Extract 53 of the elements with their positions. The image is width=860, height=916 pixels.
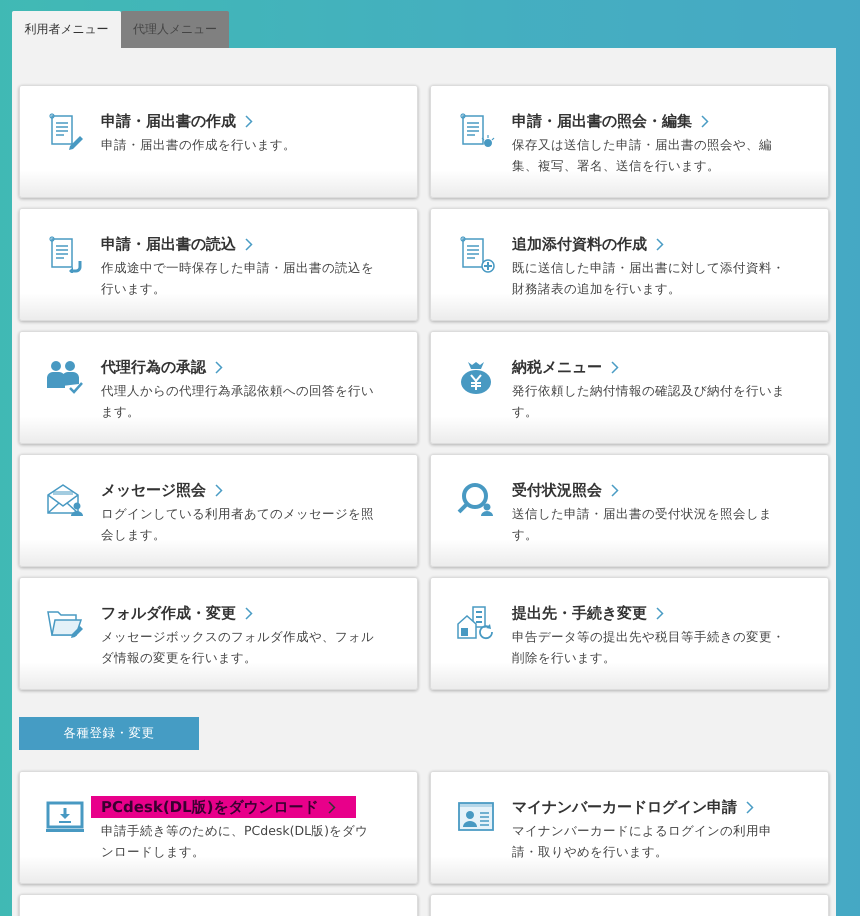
chevron-icon bbox=[245, 606, 253, 620]
chevron-icon bbox=[656, 238, 664, 250]
chevron-icon bbox=[245, 114, 253, 128]
chevron-icon bbox=[328, 800, 336, 814]
chevron-icon bbox=[215, 484, 223, 496]
card-title[interactable]: 追加添付資料の作成 bbox=[512, 233, 647, 255]
chevron-icon bbox=[245, 238, 253, 250]
card-title[interactable]: 代理行為の承認 bbox=[101, 356, 206, 378]
menu-card[interactable]: 追加添付資料の作成 既に送信した申請・届出書に対して添付資料・財務諸表の追加を行います。 bbox=[430, 208, 829, 321]
menu-card[interactable]: フォルダ作成・変更 メッセージボックスのフォルダ作成や、フォルダ情報の変更を行います。 bbox=[19, 577, 418, 690]
card-title[interactable]: メッセージ照会 bbox=[101, 479, 206, 501]
section-header: 各種登録・変更 bbox=[19, 717, 199, 750]
menu-card[interactable]: 納税メニュー 発行依頼した納付情報の確認及び納付を行います。 bbox=[430, 331, 829, 444]
chevron-icon bbox=[656, 606, 664, 620]
menu-card[interactable]: 提出先・手続き変更 申告データ等の提出先や税目等手続きの変更・削除を行います。 bbox=[430, 577, 829, 690]
card-description: メッセージボックスのフォルダ作成や、フォルダ情報の変更を行います。 bbox=[101, 628, 375, 667]
card-description: 代理人からの代理行為承認依頼への回答を行います。 bbox=[101, 382, 375, 421]
card-description: ログインしている利用者あてのメッセージを照会します。 bbox=[101, 505, 375, 544]
menu-card[interactable]: 申請・届出書の作成 申請・届出書の作成を行います。 bbox=[19, 85, 418, 198]
card-description: 発行依頼した納付情報の確認及び納付を行います。 bbox=[512, 382, 786, 421]
chevron-icon bbox=[611, 360, 619, 374]
building-refresh-icon bbox=[457, 604, 495, 642]
card-title[interactable]: 納税メニュー bbox=[512, 356, 602, 378]
card-title[interactable]: 申請・届出書の照会・編集 bbox=[512, 110, 692, 132]
chevron-icon bbox=[746, 800, 754, 814]
chevron-icon bbox=[701, 114, 709, 128]
people-check-icon bbox=[46, 358, 84, 396]
chevron-icon bbox=[215, 360, 223, 374]
card-title[interactable]: 提出先・手続き変更 bbox=[512, 602, 647, 624]
menu-card[interactable]: マイナンバーカードログイン申請 マイナンバーカードによるログインの利用申請・取りやめを行います。 bbox=[430, 771, 829, 884]
menu-card[interactable]: メッセージ照会 ログインしている利用者あてのメッセージを照会します。 bbox=[19, 454, 418, 567]
card-description: 作成途中で一時保存した申請・届出書の読込を行います。 bbox=[101, 259, 375, 298]
card-title[interactable]: 申請・届出書の作成 bbox=[101, 110, 236, 132]
card-title[interactable]: PCdesk(DL版)をダウンロード bbox=[101, 796, 319, 818]
card-description: 保存又は送信した申請・届出書の照会や、編集、複写、署名、送信を行います。 bbox=[512, 136, 773, 175]
card-title[interactable]: フォルダ作成・変更 bbox=[101, 602, 236, 624]
card-title[interactable]: マイナンバーカードログイン申請 bbox=[512, 796, 737, 818]
card-description: 送信した申請・届出書の受付状況を照会します。 bbox=[512, 505, 773, 544]
menu-card[interactable]: 代理行為の承認 代理人からの代理行為承認依頼への回答を行います。 bbox=[19, 331, 418, 444]
menu-card[interactable]: 受付状況照会 送信した申請・届出書の受付状況を照会します。 bbox=[430, 454, 829, 567]
card-description: マイナンバーカードによるログインの利用申請・取りやめを行います。 bbox=[512, 822, 773, 861]
card-title[interactable]: 受付状況照会 bbox=[512, 479, 602, 501]
menu-card[interactable]: PCdesk(DL版)をダウンロード 申請手続き等のために、PCdesk(DL版)をダウンロードします。 bbox=[19, 771, 418, 884]
card-description: 申請・届出書の作成を行います。 bbox=[101, 136, 297, 154]
menu-tab[interactable]: 利用者メニュー bbox=[12, 11, 121, 48]
card-description: 申請手続き等のために、PCdesk(DL版)をダウンロードします。 bbox=[101, 822, 369, 861]
menu-card[interactable]: 申請・届出書の読込 作成途中で一時保存した申請・届出書の読込を行います。 bbox=[19, 208, 418, 321]
chevron-icon bbox=[611, 484, 619, 496]
card-title[interactable]: 申請・届出書の読込 bbox=[101, 233, 236, 255]
card-description: 申告データ等の提出先や税目等手続きの変更・削除を行います。 bbox=[512, 628, 786, 667]
menu-card[interactable]: 申請・届出書の照会・編集 保存又は送信した申請・届出書の照会や、編集、複写、署名、送信を行います。 bbox=[430, 85, 829, 198]
card-description: 既に送信した申請・届出書に対して添付資料・財務諸表の追加を行います。 bbox=[512, 259, 786, 298]
magnifier-person-icon bbox=[457, 481, 495, 519]
